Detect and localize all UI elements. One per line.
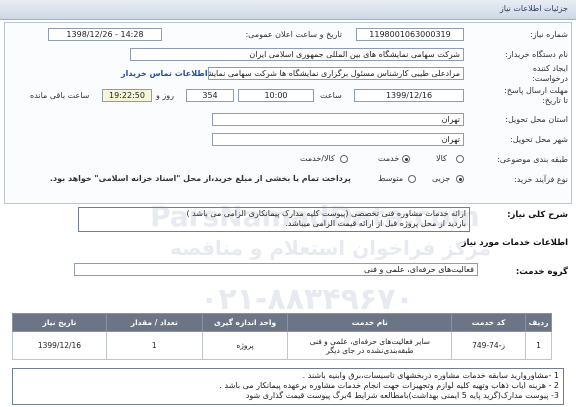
cell-unit: پروژه	[201, 331, 289, 360]
purchase-option-minor: جزیی	[432, 174, 451, 183]
purchase-option-medium: متوسط	[378, 174, 404, 183]
deadline-time-label: ساعت	[320, 91, 342, 100]
buyer-field[interactable]: شرکت سهامی نمایشگاه های بین المللی جمهور…	[130, 48, 464, 61]
services-table: ردیف کد خدمت نام خدمت واحد اندازه گیری ت…	[12, 313, 552, 360]
note-line-3: 3- پیوست مدارک(گرید پایه 5 ایمنی بهداشت)…	[245, 391, 559, 400]
treasury-note: پرداخت تمام یا بخشی از مبلغ خرید،از محل …	[50, 174, 351, 183]
deadline-label-line1: مهلت ارسال پاسخ:	[504, 86, 568, 95]
category-radio-goods-service[interactable]	[340, 155, 348, 163]
need-number-field[interactable]: 1198001063000319	[356, 28, 464, 41]
province-label: استان محل تحویل:	[505, 115, 568, 124]
table-row[interactable]: 1 ز-74-749 سایر فعالیت‌های حرفه‌ای، علمی…	[12, 331, 552, 360]
col-need-date: تاریخ نیاز	[12, 313, 107, 332]
deadline-label-line2: تا تاریخ:	[542, 96, 568, 105]
watermark-phone: ۰۲۱-۸۸۳۴۹۶۷۰	[200, 282, 414, 317]
category-radio-service[interactable]	[402, 155, 410, 163]
service-group-field[interactable]: فعالیت‌های حرفه‌ای، علمی و فنی	[74, 263, 478, 276]
purchase-radio-minor[interactable]	[456, 175, 464, 183]
buyer-contact-link[interactable]: اطلاعات تماس خریدار	[121, 69, 208, 78]
purchase-radio-medium[interactable]	[408, 175, 416, 183]
cell-service-name: سایر فعالیت‌های حرفه‌ای، علمی و فنی طبقه…	[287, 331, 453, 360]
category-option-goods: کالا	[436, 154, 447, 163]
requester-label-line1: ایجاد کننده	[532, 64, 568, 73]
days-label: روز و	[156, 91, 174, 100]
requester-label-line2: درخواست:	[532, 74, 568, 83]
col-unit: واحد اندازه گیری	[201, 313, 289, 332]
days-remaining-field[interactable]: 354	[186, 89, 234, 102]
buyer-label: نام دستگاه خریدار:	[505, 50, 568, 59]
note-line-2: 2 - هزینه ایاب ذهاب وتهیه کلیه لوازم وتج…	[219, 381, 559, 390]
table-header-row: ردیف کد خدمت نام خدمت واحد اندازه گیری ت…	[12, 313, 552, 332]
note-line-1: 1 -مشاوروارید سابقه خدمات مشاوره دربخشها…	[302, 371, 559, 380]
need-number-label: شماره نیاز:	[530, 30, 568, 39]
cell-quantity: 1	[105, 331, 203, 360]
city-field[interactable]: تهران	[212, 133, 464, 146]
requester-field[interactable]: مرادعلی طیبی کارشناس مسئول برگزاری نمایش…	[208, 67, 464, 80]
time-remaining-label: ساعت باقی مانده	[30, 91, 90, 100]
col-service-code: کد خدمت	[451, 313, 527, 332]
page-title: جزئیات اطلاعات نیاز	[499, 4, 568, 13]
summary-line-1: ارائه خدمات مشاوره فنی تخصصی (پیوست کلیه…	[186, 209, 467, 218]
buyer-notes-box: 1 -مشاوروارید سابقه خدمات مشاوره دربخشها…	[12, 368, 564, 405]
title-bar: جزئیات اطلاعات نیاز	[0, 0, 576, 20]
category-option-service: خدمت	[378, 154, 400, 163]
col-quantity: تعداد / مقدار	[105, 313, 203, 332]
summary-box: ارائه خدمات مشاوره فنی تخصصی (پیوست کلیه…	[78, 207, 470, 232]
cell-row: 1	[525, 331, 552, 360]
category-option-goods-service: کالا/خدمت	[300, 154, 335, 163]
time-remaining-field[interactable]: 19:22:50	[102, 89, 152, 102]
cell-need-date: 1399/12/16	[12, 331, 107, 360]
cell-service-code: ز-74-749	[451, 331, 527, 360]
col-service-name: نام خدمت	[287, 313, 453, 332]
announce-date-label: تاریخ و ساعت اعلان عمومی:	[245, 30, 342, 39]
purchase-type-label: نوع فرآیند خرید:	[514, 175, 568, 184]
announce-date-field[interactable]: 1398/12/26 - 14:28	[48, 28, 162, 41]
service-group-label: گروه خدمت:	[515, 267, 568, 277]
watermark-slogan: مرکز فراخوان استعلام و مناقصه	[170, 236, 492, 260]
summary-line-2: بازدید از محل پروژه قبل از ارائه قیمت ال…	[285, 219, 466, 228]
city-label: شهر محل تحویل:	[510, 135, 568, 144]
summary-label: شرح کلی نیاز:	[507, 210, 568, 220]
deadline-time-field[interactable]: 10:00	[238, 89, 314, 102]
deadline-date-field[interactable]: 1399/12/16	[354, 89, 464, 102]
col-row: ردیف	[525, 313, 552, 332]
category-radio-goods[interactable]	[456, 155, 464, 163]
province-field[interactable]: تهران	[212, 113, 464, 126]
services-header: اطلاعات خدمات مورد نیاز	[461, 238, 568, 248]
category-label: طبقه بندی موضوعی:	[497, 155, 568, 164]
